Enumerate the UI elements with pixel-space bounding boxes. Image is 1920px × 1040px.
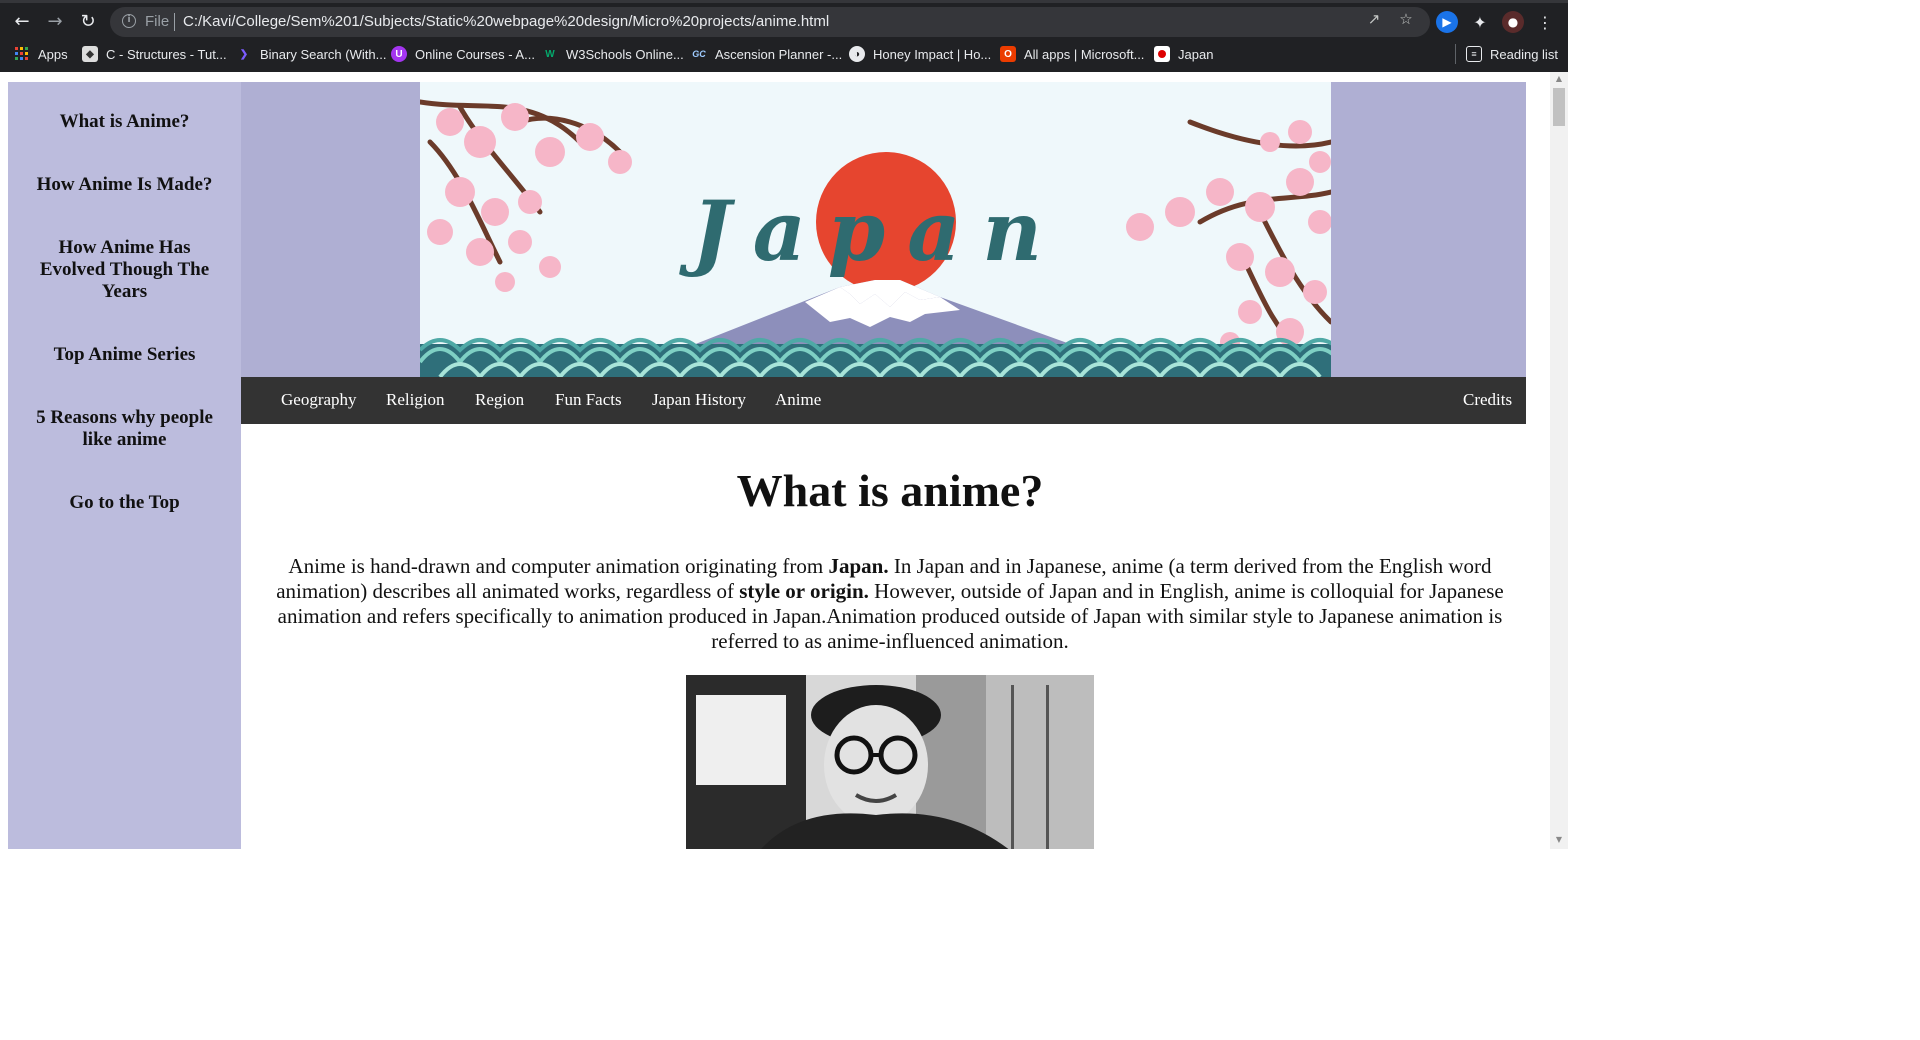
browser-toolbar: ← → ↻ i File C:/Kavi/College/Sem%201/Sub…	[0, 4, 1568, 38]
nav-fun-facts[interactable]: Fun Facts	[555, 390, 622, 410]
reload-icon[interactable]: ↻	[74, 7, 102, 35]
sidebar-item-anime-evolution[interactable]: How Anime Has Evolved Though The Years	[8, 237, 241, 303]
bookmark-japan[interactable]: Japan	[1154, 44, 1213, 64]
section-title: What is anime?	[736, 465, 1044, 516]
bookmark-star-icon[interactable]: ☆	[1396, 9, 1416, 29]
japan-flag-icon	[1154, 46, 1170, 62]
reading-list-icon: ≡	[1466, 46, 1482, 62]
bookmark-apps[interactable]: Apps	[14, 44, 68, 64]
url-scheme: File	[145, 13, 170, 30]
puzzle-extensions-icon[interactable]: ✦	[1469, 11, 1491, 33]
scroll-up-arrow-icon[interactable]: ▲	[1554, 74, 1564, 84]
bookmark-label: W3Schools Online...	[566, 46, 684, 62]
programiz-icon: ❯	[239, 48, 249, 60]
bookmark-label: Honey Impact | Ho...	[873, 46, 992, 62]
sidebar: What is Anime? How Anime Is Made? How An…	[8, 82, 241, 849]
header-banner: Japan	[241, 82, 1526, 377]
browser-chrome: ← → ↻ i File C:/Kavi/College/Sem%201/Sub…	[0, 0, 1568, 72]
sidebar-item-reasons-people-like-anime[interactable]: 5 Reasons why people like anime	[8, 407, 241, 451]
extension-icon[interactable]: ▶	[1436, 11, 1458, 33]
honey-impact-icon: ◑	[849, 46, 865, 62]
bookmark-label: Ascension Planner -...	[715, 46, 843, 62]
udemy-icon: U	[391, 46, 407, 62]
bookmark-label: Apps	[38, 46, 68, 62]
w3schools-icon: W	[545, 48, 555, 60]
tab-strip	[0, 0, 1568, 3]
bookmark-label: Binary Search (With...	[260, 46, 387, 62]
section-paragraph: Anime is hand-drawn and computer animati…	[255, 554, 1525, 654]
web-page: What is Anime? How Anime Is Made? How An…	[0, 72, 1568, 849]
sidebar-item-what-is-anime[interactable]: What is Anime?	[8, 111, 241, 133]
bookmark-label: Japan	[1178, 46, 1214, 62]
bookmark-honey-impact[interactable]: ◑ Honey Impact | Ho...	[849, 44, 991, 64]
kebab-menu-icon[interactable]: ⋮	[1534, 11, 1556, 33]
bookmarks-bar: Apps ◆ C - Structures - Tut... ❯ Binary …	[0, 40, 1568, 68]
bookmark-label: C - Structures - Tut...	[106, 46, 227, 62]
scroll-down-arrow-icon[interactable]: ▼	[1554, 835, 1564, 845]
scroll-thumb[interactable]	[1553, 88, 1565, 126]
banner-title: Japan	[679, 184, 1064, 280]
bookmarks-divider	[1455, 44, 1456, 64]
top-navbar: Geography Religion Region Fun Facts Japa…	[241, 377, 1526, 424]
reading-list-button[interactable]: ≡ Reading list	[1466, 44, 1558, 64]
nav-japan-history[interactable]: Japan History	[652, 390, 746, 410]
back-arrow-icon[interactable]: ←	[8, 7, 36, 35]
share-icon[interactable]: ↗	[1364, 9, 1384, 29]
tutorial-site-icon: ◆	[82, 46, 98, 62]
profile-avatar[interactable]: ●	[1502, 11, 1524, 33]
sidebar-item-top-anime-series[interactable]: Top Anime Series	[8, 344, 241, 366]
apps-grid-icon	[14, 46, 30, 62]
bookmark-online-courses[interactable]: U Online Courses - A...	[391, 44, 535, 64]
gc-icon: GC	[692, 49, 706, 59]
info-icon[interactable]: i	[122, 14, 136, 28]
japan-banner-illustration: Japan	[420, 82, 1331, 377]
bookmark-w3schools[interactable]: W W3Schools Online...	[542, 44, 684, 64]
nav-geography[interactable]: Geography	[281, 390, 357, 410]
bold-japan: Japan.	[828, 554, 889, 578]
bookmark-label: All apps | Microsoft...	[1024, 46, 1145, 62]
bookmark-microsoft-apps[interactable]: O All apps | Microsoft...	[1000, 44, 1144, 64]
bookmark-c-structures[interactable]: ◆ C - Structures - Tut...	[82, 44, 227, 64]
url-text[interactable]: C:/Kavi/College/Sem%201/Subjects/Static%…	[183, 13, 829, 30]
bookmark-binary-search[interactable]: ❯ Binary Search (With...	[236, 44, 387, 64]
reading-list-label: Reading list	[1490, 46, 1558, 62]
portrait-photo	[686, 675, 1094, 849]
nav-religion[interactable]: Religion	[386, 390, 445, 410]
bold-style-origin: style or origin.	[739, 579, 869, 603]
url-separator	[174, 13, 175, 31]
nav-anime[interactable]: Anime	[775, 390, 821, 410]
nav-region[interactable]: Region	[475, 390, 524, 410]
bookmark-ascension-planner[interactable]: GC Ascension Planner -...	[691, 44, 842, 64]
page-scrollbar[interactable]: ▲ ▼	[1550, 72, 1568, 849]
sidebar-item-how-anime-is-made[interactable]: How Anime Is Made?	[8, 174, 241, 196]
sidebar-item-go-to-top[interactable]: Go to the Top	[8, 492, 241, 514]
paragraph-text: Anime is hand-drawn and computer animati…	[288, 554, 829, 578]
bookmark-label: Online Courses - A...	[415, 46, 535, 62]
address-bar[interactable]: i File C:/Kavi/College/Sem%201/Subjects/…	[110, 7, 1430, 37]
forward-arrow-icon[interactable]: →	[41, 7, 69, 35]
nav-credits[interactable]: Credits	[1463, 390, 1512, 410]
office-icon: O	[1000, 46, 1016, 62]
